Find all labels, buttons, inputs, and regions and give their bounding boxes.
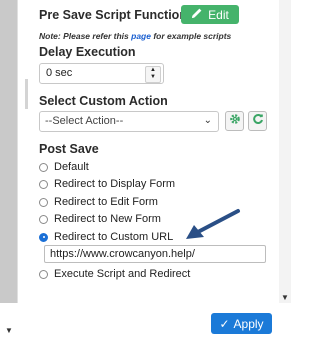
apply-button-label: Apply [233, 316, 264, 331]
edit-script-button[interactable]: Edit [181, 5, 239, 24]
left-frame [0, 0, 17, 338]
custom-action-label: Select Custom Action [39, 94, 168, 108]
refresh-icon [252, 112, 264, 130]
post-save-label: Post Save [39, 142, 99, 156]
radio-execute-script-redirect[interactable]: Execute Script and Redirect [39, 268, 190, 280]
scroll-down-arrow-icon[interactable]: ▼ [5, 327, 13, 335]
radio-redirect-custom-url[interactable]: Redirect to Custom URL [39, 231, 173, 243]
radio-default[interactable]: Default [39, 161, 89, 173]
radio-label: Redirect to Custom URL [54, 231, 174, 243]
note-text-prefix: Note: Please refer this [39, 31, 132, 41]
radio-redirect-display-form[interactable]: Redirect to Display Form [39, 178, 175, 190]
radio-label: Redirect to New Form [54, 213, 161, 225]
radio-button[interactable] [39, 214, 48, 224]
radio-redirect-edit-form[interactable]: Redirect to Edit Form [39, 196, 158, 208]
custom-action-value: --Select Action-- [45, 115, 124, 127]
stepper-arrows-icon[interactable]: ▲ ▼ [145, 66, 161, 83]
script-note: Note: Please refer this page for example… [39, 31, 231, 41]
resize-handle[interactable] [25, 79, 28, 109]
radio-button[interactable] [39, 197, 48, 207]
radio-button[interactable] [39, 162, 48, 172]
radio-button[interactable] [39, 179, 48, 189]
checkmark-icon: ✓ [219, 316, 230, 331]
radio-button[interactable] [39, 269, 48, 279]
custom-url-value: https://www.crowcanyon.help/ [50, 248, 195, 260]
delay-stepper[interactable]: 0 sec ▲ ▼ [39, 63, 164, 84]
chevron-down-icon: ⌄ [203, 115, 212, 126]
radio-label: Execute Script and Redirect [54, 268, 191, 280]
custom-action-select[interactable]: --Select Action-- ⌄ [39, 111, 219, 132]
gear-icon [229, 112, 241, 130]
delay-value: 0 sec [46, 67, 73, 79]
configure-action-button[interactable] [225, 111, 244, 131]
vertical-scrollbar[interactable] [278, 0, 291, 338]
radio-button-selected[interactable] [39, 232, 48, 242]
radio-label: Redirect to Edit Form [54, 196, 158, 208]
annotation-arrow-icon [186, 209, 240, 239]
example-scripts-link[interactable]: page [131, 31, 151, 41]
note-text-suffix: for example scripts [150, 31, 232, 41]
refresh-actions-button[interactable] [248, 111, 267, 131]
radio-label: Default [54, 161, 89, 173]
radio-redirect-new-form[interactable]: Redirect to New Form [39, 213, 161, 225]
custom-url-input[interactable]: https://www.crowcanyon.help/ [44, 245, 266, 263]
radio-label: Redirect to Display Form [54, 178, 176, 190]
apply-button[interactable]: ✓ Apply [211, 313, 272, 334]
delay-execution-label: Delay Execution [39, 45, 136, 59]
pre-save-label: Pre Save Script Function [39, 8, 187, 22]
pencil-icon [191, 7, 203, 22]
scrollbar-down-arrow-icon[interactable]: ▼ [281, 294, 289, 302]
edit-button-label: Edit [208, 7, 229, 22]
